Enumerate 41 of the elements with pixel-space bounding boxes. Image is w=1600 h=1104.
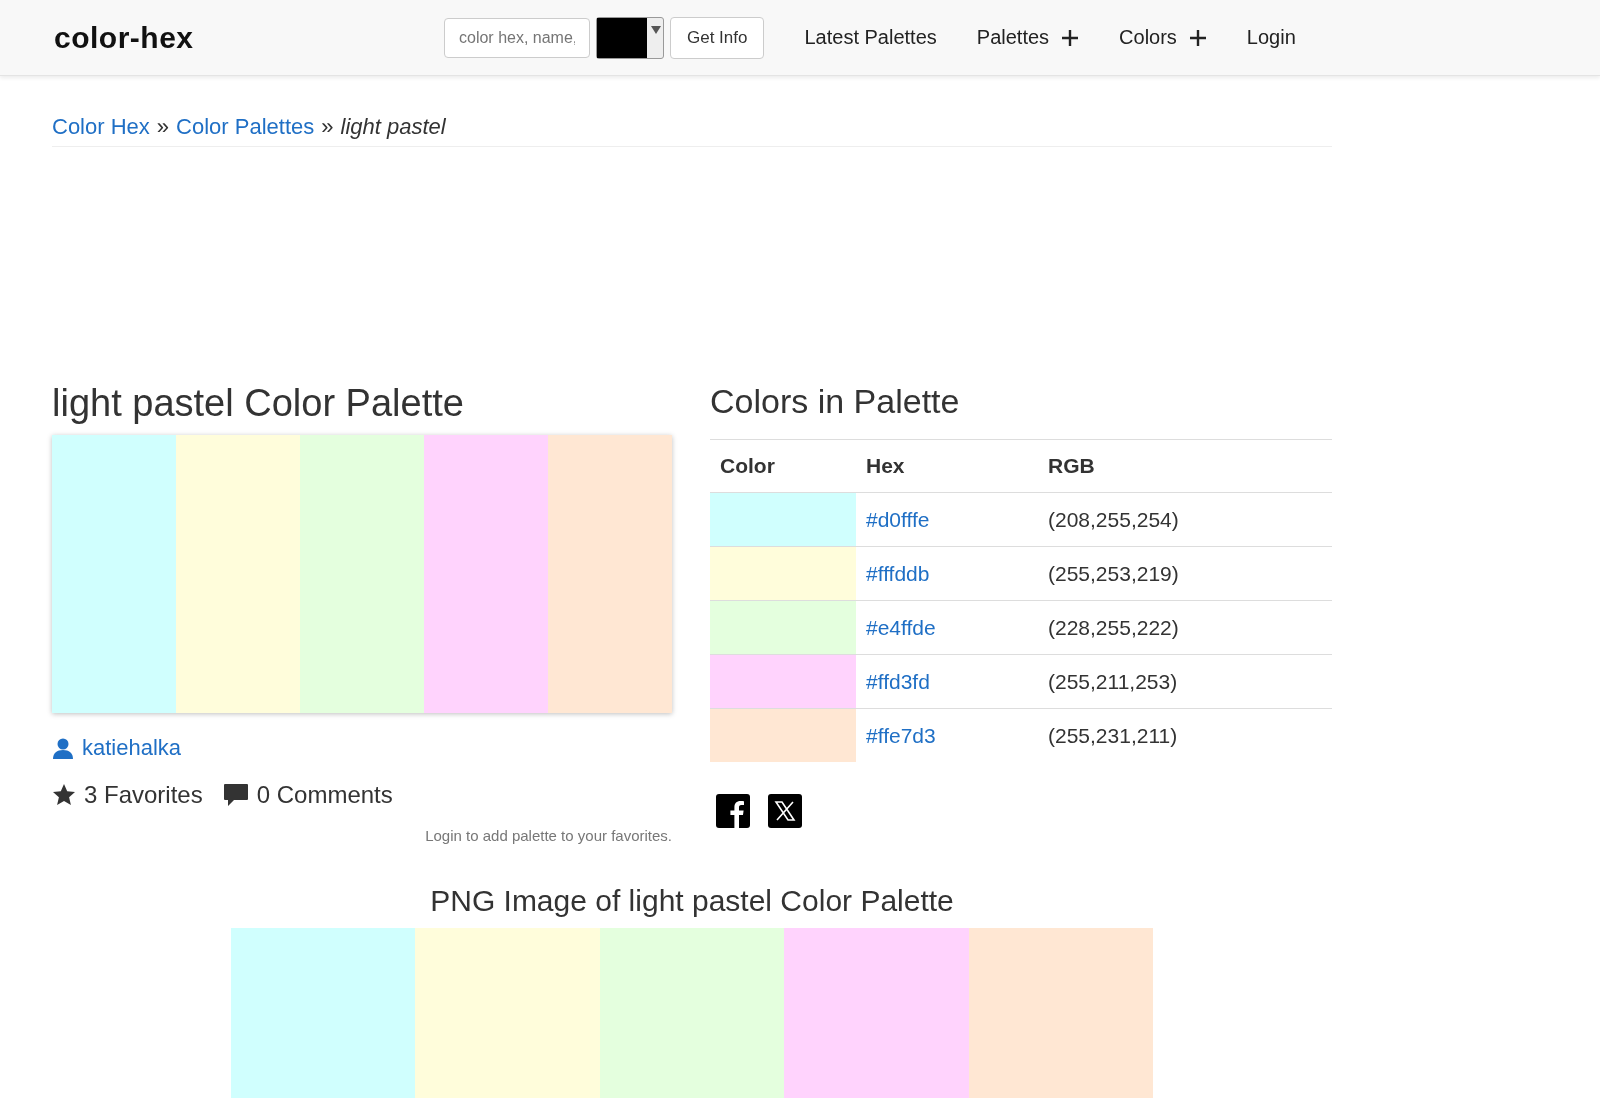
- nav-menu[interactable]: Colors: [1119, 26, 1207, 49]
- hex-link[interactable]: #e4ffde: [866, 615, 936, 639]
- get-info-button[interactable]: Get Info: [670, 16, 765, 59]
- png-image-title: PNG Image of light pastel Color Palette: [429, 884, 955, 918]
- column-header: Color: [720, 454, 775, 477]
- rgb-value: (255,231,211): [1048, 723, 1178, 747]
- nav-link[interactable]: Latest Palettes: [804, 26, 937, 49]
- hex-link[interactable]: #ffe7d3: [866, 723, 936, 747]
- author-link[interactable]: katiehalka: [82, 735, 182, 761]
- star-icon: [52, 783, 76, 807]
- rgb-value: (255,211,253): [1048, 669, 1178, 693]
- site-logo[interactable]: color-hex: [54, 20, 444, 55]
- comment-icon: [222, 783, 249, 807]
- rgb-value: (208,255,254): [1048, 507, 1179, 531]
- breadcrumb-current: light pastel: [340, 114, 446, 140]
- breadcrumb-link[interactable]: Color Palettes: [176, 114, 315, 140]
- colors-title: Colors in Palette: [710, 382, 961, 422]
- palette-title: light pastel Color Palette: [52, 382, 465, 425]
- hex-link[interactable]: #fffddb: [866, 561, 930, 585]
- nav-menu[interactable]: Palettes: [976, 26, 1080, 49]
- plus-icon: [1061, 28, 1080, 47]
- favorites-count: 3 Favorites: [84, 781, 203, 809]
- nav-link[interactable]: Login: [1246, 26, 1296, 49]
- hex-link[interactable]: #ffd3fd: [866, 669, 930, 693]
- caret-icon: [651, 25, 661, 34]
- breadcrumb-link[interactable]: Color Hex: [52, 114, 150, 140]
- x-icon[interactable]: [768, 794, 802, 828]
- breadcrumb-separator: »: [156, 114, 170, 140]
- user-icon: [52, 737, 74, 759]
- hex-link[interactable]: #d0fffe: [866, 507, 930, 531]
- rgb-value: (228,255,222): [1048, 615, 1179, 639]
- rgb-value: (255,253,219): [1048, 561, 1179, 585]
- column-header: RGB: [1048, 454, 1095, 477]
- color-picker[interactable]: [596, 16, 664, 59]
- login-note: Login to add palette to your favorites.: [424, 827, 672, 844]
- facebook-icon[interactable]: [716, 794, 750, 828]
- comments-count: 0 Comments: [256, 781, 393, 809]
- breadcrumb-separator: »: [321, 114, 334, 140]
- column-header: Hex: [866, 454, 905, 477]
- search-field[interactable]: color hex, name,: [444, 17, 590, 58]
- plus-icon: [1188, 28, 1207, 47]
